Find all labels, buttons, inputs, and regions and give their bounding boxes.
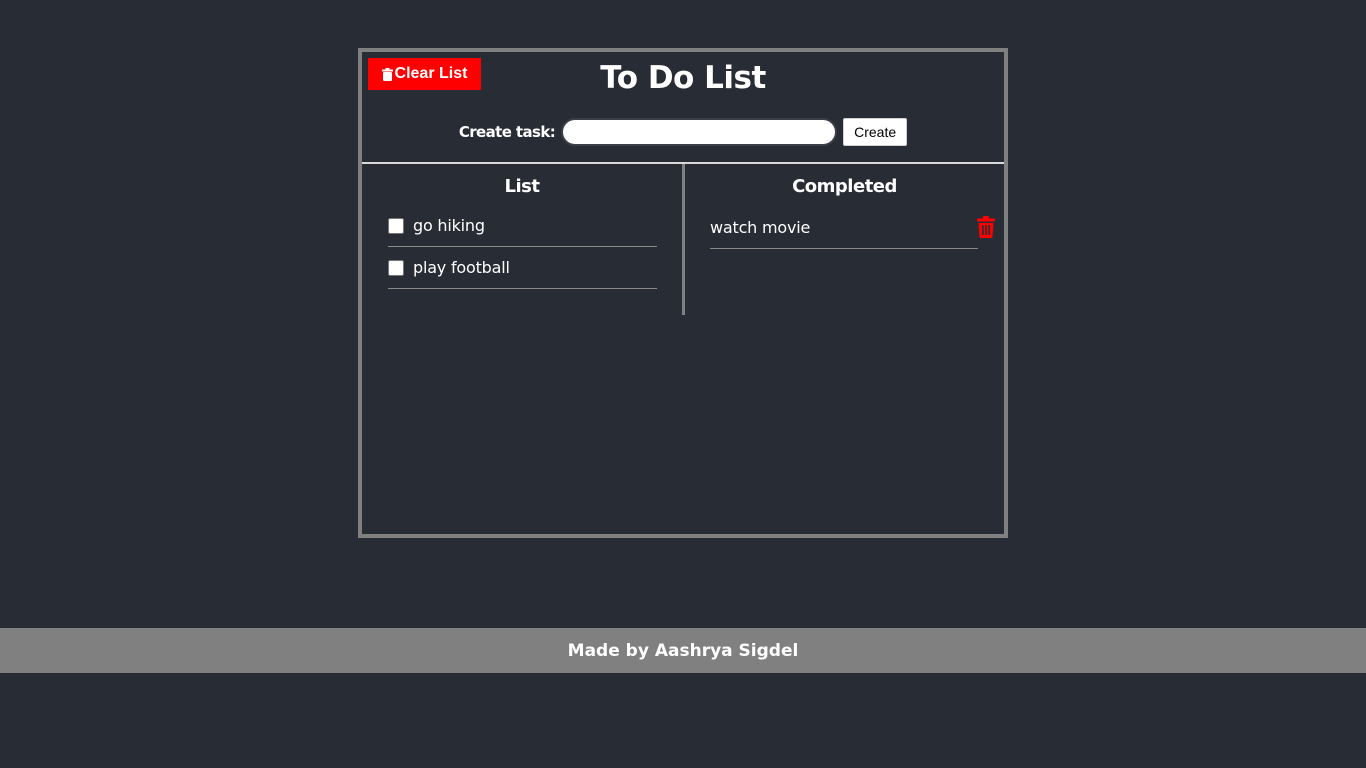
todo-app-panel: Clear List To Do List Create task: Creat… [358,48,1008,538]
list-item: go hiking [388,207,657,247]
list-heading: List [504,176,540,197]
completed-heading: Completed [792,176,897,197]
create-task-label: Create task: [458,123,556,141]
task-text: go hiking [413,216,485,235]
trash-icon [977,216,995,242]
task-checkbox[interactable] [388,217,404,234]
create-task-input[interactable] [561,118,838,146]
footer: Made by Aashrya Sigdel [0,628,1366,673]
delete-task-button[interactable] [974,216,998,242]
page-title: To Do List [600,60,766,96]
list-item: play football [388,249,657,289]
create-button[interactable]: Create [843,118,908,146]
create-task-row: Create task: Create [362,116,1004,148]
completed-task-text: watch movie [710,218,811,237]
task-text: play football [413,258,510,277]
task-checkbox[interactable] [388,259,404,276]
footer-credit: Made by Aashrya Sigdel [567,640,799,661]
completed-item: watch movie [710,209,978,249]
